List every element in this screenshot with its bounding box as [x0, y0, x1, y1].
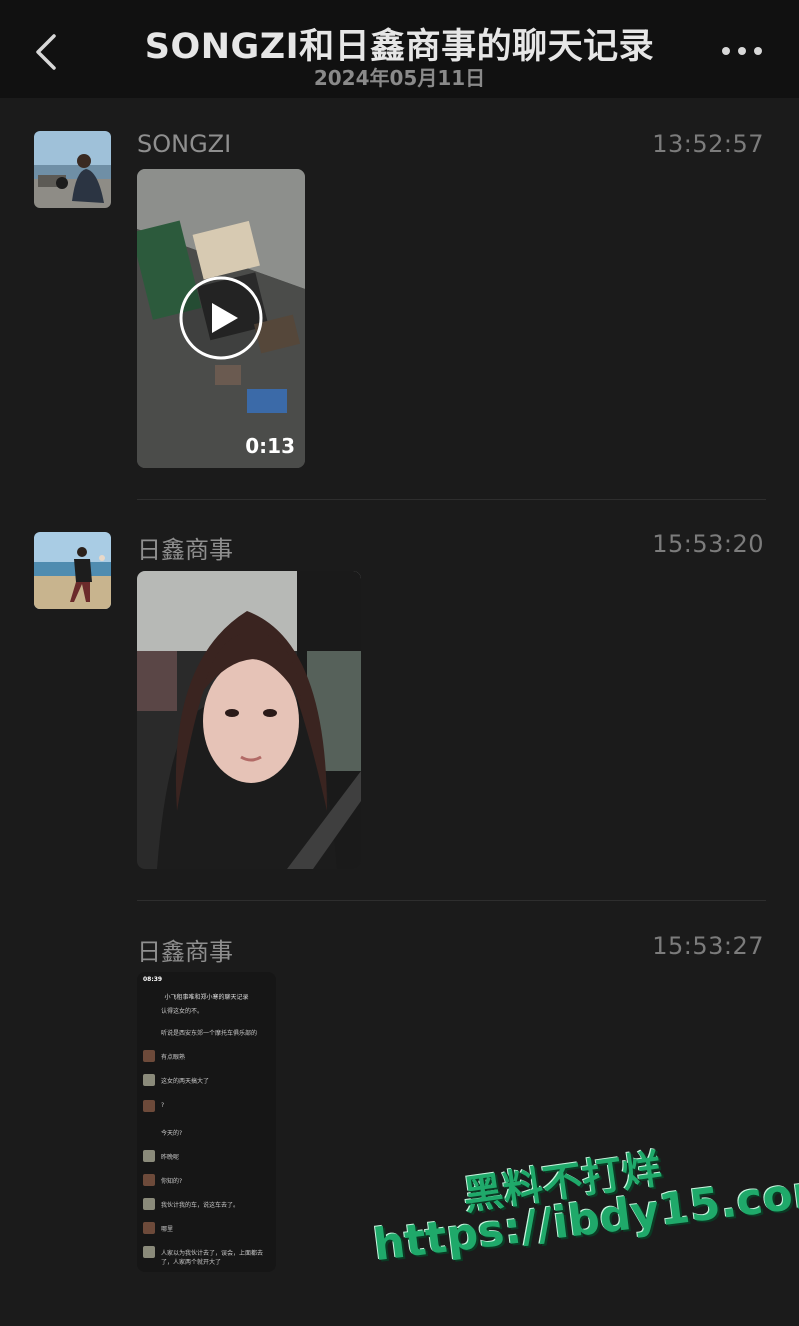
mini-message-text: ?	[161, 1102, 165, 1109]
mini-avatar	[143, 1198, 155, 1210]
mini-message-text: 你知的?	[161, 1178, 183, 1185]
play-icon[interactable]	[178, 275, 264, 361]
sender-name: 日鑫商事	[137, 938, 233, 966]
list-item: 今天的?	[143, 1124, 270, 1144]
sender-name: SONGZI	[137, 130, 232, 158]
list-item: 哪里	[143, 1220, 270, 1240]
sender-name: 日鑫商事	[137, 536, 233, 564]
mini-avatar	[143, 1150, 155, 1162]
mini-message-text: 听说是西安东郊一个摩托车俱乐部的	[161, 1030, 258, 1037]
video-message[interactable]: 0:13	[137, 169, 305, 468]
mini-message-text: 今天的?	[161, 1130, 183, 1137]
more-dots-icon[interactable]	[718, 38, 766, 62]
mini-avatar	[143, 1050, 155, 1062]
list-item: 人家以为我伙计去了，误会，上面都去了，人家两个就开大了	[143, 1244, 270, 1266]
photo-selfie	[137, 571, 361, 869]
chat-date: 2024年05月11日	[313, 66, 486, 90]
message-divider	[137, 499, 766, 500]
message-time: 15:53:27	[652, 932, 764, 960]
mini-message-text: 认得这女的不。	[161, 1008, 204, 1015]
mini-message-text: 这女的两天搞大了	[161, 1078, 210, 1085]
screenshot-message[interactable]: 08:39 小飞租事唯和郑小寒的聊天记录 认得这女的不。 听说是西安东郊一个摩托…	[137, 972, 276, 1272]
list-item: 认得这女的不。	[143, 1002, 270, 1022]
list-item: 昨晚呢	[143, 1148, 270, 1168]
avatar-rixin[interactable]	[34, 532, 111, 609]
mini-message-text: 昨晚呢	[161, 1154, 180, 1161]
mini-avatar	[143, 1222, 155, 1234]
list-item: ?	[143, 1098, 270, 1118]
list-item: 我伙计我的车，说这车去了。	[143, 1196, 270, 1216]
message-time: 13:52:57	[652, 130, 764, 158]
mini-avatar	[143, 1174, 155, 1186]
mini-avatar	[143, 1074, 155, 1086]
message-time: 15:53:20	[652, 530, 764, 558]
list-item: 听说是西安东郊一个摩托车俱乐部的	[143, 1024, 270, 1044]
chat-history-header: SONGZI和日鑫商事的聊天记录 2024年05月11日	[0, 0, 799, 98]
mini-message-text: 我伙计我的车，说这车去了。	[161, 1202, 240, 1209]
mini-status-time: 08:39	[143, 976, 163, 983]
list-item: 你知的?	[143, 1172, 270, 1192]
mini-message-text: 人家以为我伙计去了，误会，上面都去了，人家两个就开大了	[161, 1250, 264, 1266]
mini-avatar	[143, 1246, 155, 1258]
message-divider	[137, 900, 766, 901]
avatar-songzi[interactable]	[34, 131, 111, 208]
list-item: 这女的两天搞大了	[143, 1072, 270, 1092]
video-duration: 0:13	[245, 434, 295, 458]
mini-message-text: 有点眼熟	[161, 1054, 186, 1061]
mini-message-text: 哪里	[161, 1226, 174, 1233]
mini-avatar	[143, 1100, 155, 1112]
list-item: 有点眼熟	[143, 1048, 270, 1068]
mini-chat-title: 小飞租事唯和郑小寒的聊天记录	[164, 994, 249, 1001]
image-message[interactable]	[137, 571, 361, 869]
